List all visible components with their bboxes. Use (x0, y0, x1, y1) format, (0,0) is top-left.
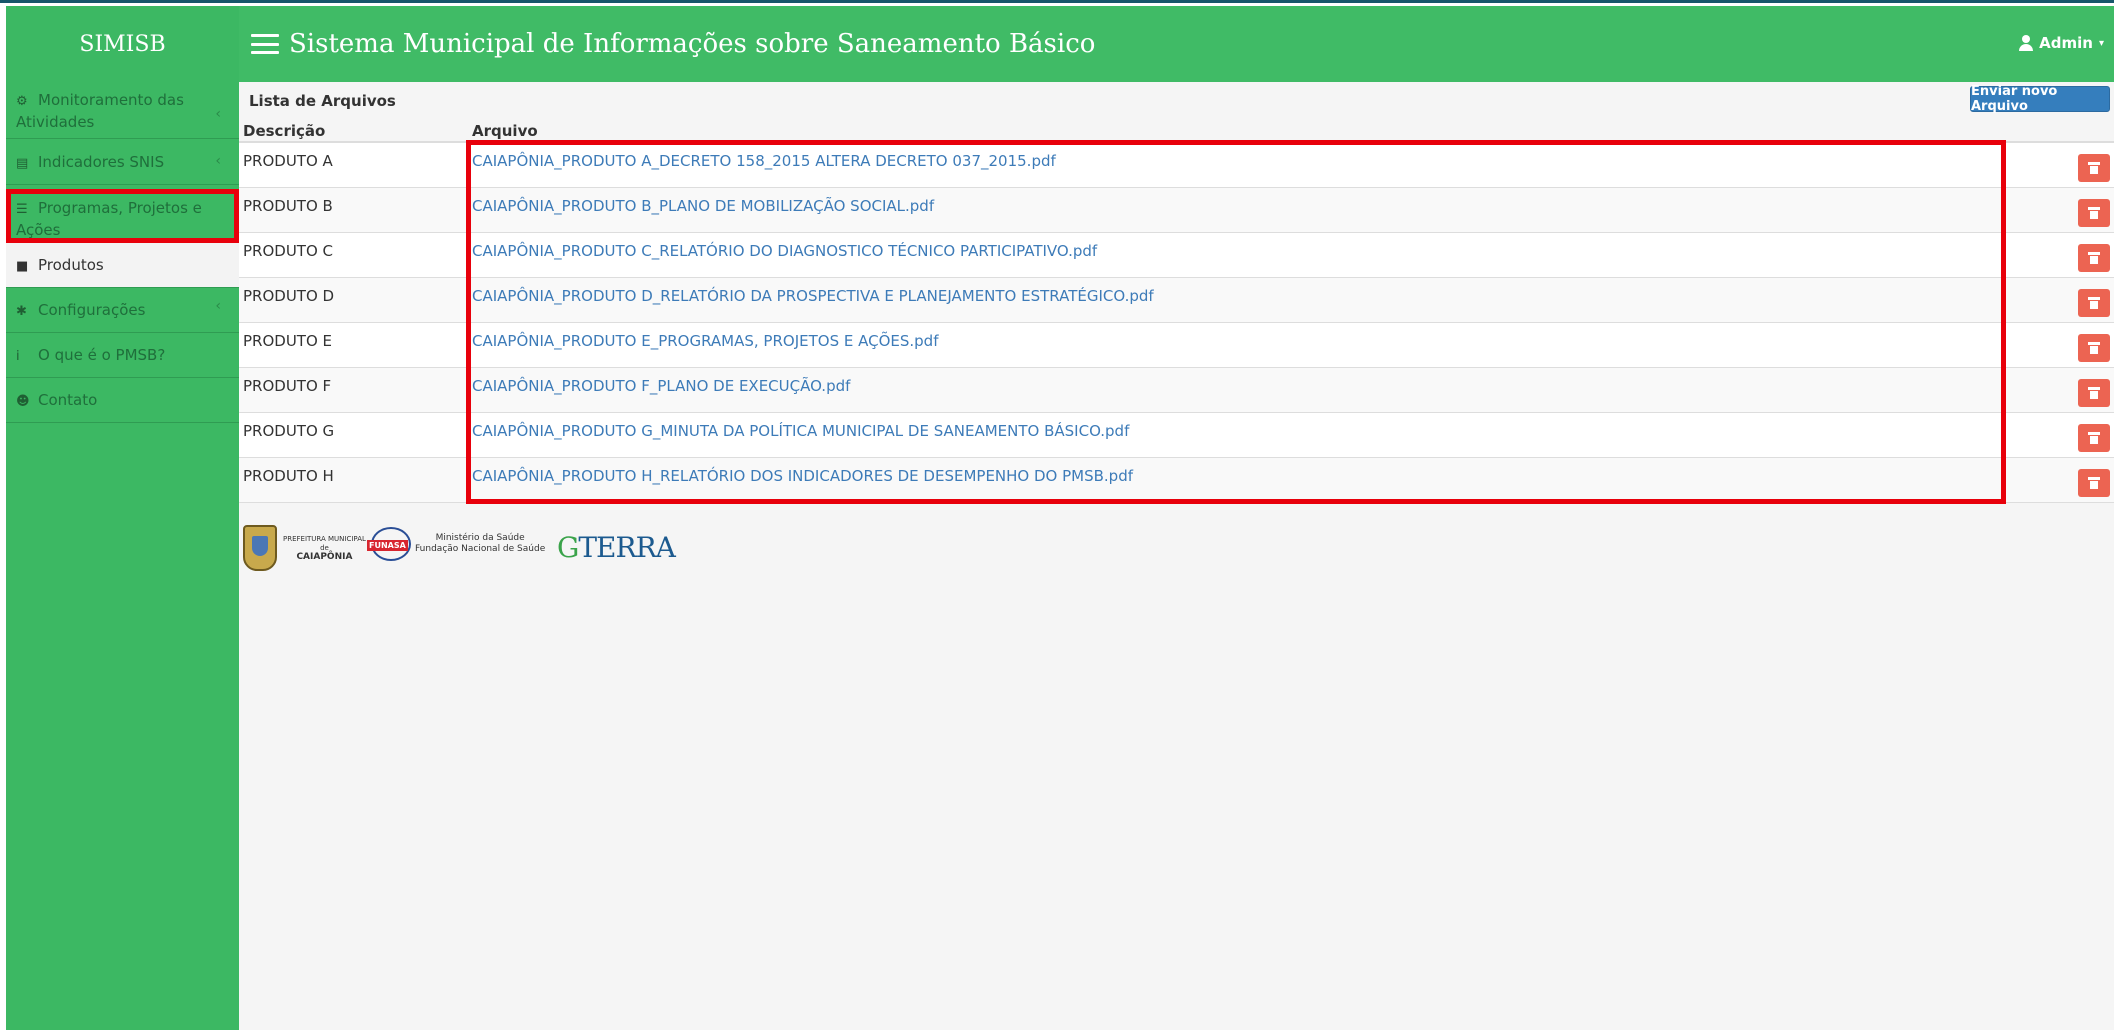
table-row: PRODUTO A CAIAPÔNIA_PRODUTO A_DECRETO 158… (239, 143, 2114, 188)
table-body: PRODUTO A CAIAPÔNIA_PRODUTO A_DECRETO 158… (239, 143, 2114, 503)
trash-icon (2088, 342, 2100, 354)
sidebar-item-label: O que é o PMSB? (38, 346, 166, 364)
cell-descricao: PRODUTO G (243, 422, 335, 440)
funasa-mark-icon: FUNASA (367, 527, 411, 561)
top-rule (0, 0, 2114, 3)
sidebar-item-contato[interactable]: ☻ Contato (6, 378, 239, 423)
sidebar-item-programas[interactable]: ☰ Programas, Projetos e Ações (6, 185, 239, 242)
chevron-left-icon: ‹ (215, 298, 221, 314)
delete-button[interactable] (2078, 424, 2110, 452)
terra-logo: GTERRA (557, 531, 676, 564)
info-icon: i (16, 349, 20, 364)
trash-icon (2088, 207, 2100, 219)
funasa-text: Ministério da Saúde Fundação Nacional de… (415, 533, 546, 554)
system-title: Sistema Municipal de Informações sobre S… (289, 29, 1096, 59)
user-label: Admin (2039, 34, 2093, 52)
group-icon: ☻ (16, 394, 30, 409)
user-icon (2019, 35, 2034, 51)
file-link[interactable]: CAIAPÔNIA_PRODUTO H_RELATÓRIO DOS INDICA… (466, 458, 1994, 485)
file-link[interactable]: CAIAPÔNIA_PRODUTO D_RELATÓRIO DA PROSPEC… (466, 278, 1994, 305)
gear-icon: ✱ (16, 304, 27, 319)
table-row: PRODUTO C CAIAPÔNIA_PRODUTO C_RELATÓRIO D… (239, 233, 2114, 278)
top-navbar: Sistema Municipal de Informações sobre S… (239, 6, 2114, 82)
sidebar-item-label: Programas, Projetos e Ações (16, 199, 202, 239)
table-row: PRODUTO G CAIAPÔNIA_PRODUTO G_MINUTA DA P… (239, 413, 2114, 458)
cell-descricao: PRODUTO F (243, 377, 332, 395)
sidebar-item-label: Monitoramento das Atividades (16, 91, 184, 131)
prefeitura-text: PREFEITURA MUNICIPAL de CAIAPÔNIA (283, 534, 366, 562)
column-header-arquivo: Arquivo (472, 122, 538, 140)
trash-icon (2088, 432, 2100, 444)
file-link[interactable]: CAIAPÔNIA_PRODUTO C_RELATÓRIO DO DIAGNOS… (466, 233, 1994, 260)
table-row: PRODUTO H CAIAPÔNIA_PRODUTO H_RELATÓRIO D… (239, 458, 2114, 503)
sidebar-item-label: Configurações (38, 301, 146, 319)
chevron-left-icon: ‹ (215, 106, 221, 122)
table-row: PRODUTO D CAIAPÔNIA_PRODUTO D_RELATÓRIO D… (239, 278, 2114, 323)
sidebar-item-monitoramento[interactable]: ⚙ Monitoramento das Atividades ‹ (6, 82, 239, 139)
list-title: Lista de Arquivos (249, 92, 396, 110)
user-menu[interactable]: Admin ▾ (2019, 34, 2104, 52)
delete-button[interactable] (2078, 469, 2110, 497)
chevron-left-icon: ‹ (215, 153, 221, 169)
table-row: PRODUTO E CAIAPÔNIA_PRODUTO E_PROGRAMAS, … (239, 323, 2114, 368)
delete-button[interactable] (2078, 289, 2110, 317)
column-header-descricao: Descrição (243, 122, 326, 140)
trash-icon (2088, 162, 2100, 174)
main-content: Lista de Arquivos Enviar novo Arquivo De… (239, 82, 2114, 1030)
delete-button[interactable] (2078, 199, 2110, 227)
file-link[interactable]: CAIAPÔNIA_PRODUTO G_MINUTA DA POLÍTICA M… (466, 413, 1994, 440)
funasa-logo: FUNASA Ministério da Saúde Fundação Naci… (367, 527, 546, 561)
sidebar-item-indicadores[interactable]: ▤ Indicadores SNIS ‹ (6, 139, 239, 185)
partner-logos: PREFEITURA MUNICIPAL de CAIAPÔNIA FUNASA… (239, 525, 839, 585)
cell-descricao: PRODUTO A (243, 152, 333, 170)
prefeitura-logo: PREFEITURA MUNICIPAL de CAIAPÔNIA (243, 525, 366, 571)
sidebar-item-produtos[interactable]: ■ Produtos (6, 242, 239, 288)
municipal-crest-icon (243, 525, 277, 571)
table-icon: ▤ (16, 156, 29, 171)
delete-button[interactable] (2078, 334, 2110, 362)
table-header: Descrição Arquivo (239, 122, 2114, 143)
list-icon: ☰ (16, 202, 28, 217)
delete-button[interactable] (2078, 154, 2110, 182)
file-link[interactable]: CAIAPÔNIA_PRODUTO A_DECRETO 158_2015 ALT… (466, 143, 1994, 170)
trash-icon (2088, 252, 2100, 264)
sidebar-item-label: Produtos (38, 256, 104, 274)
sidebar-item-pmsb[interactable]: i O que é o PMSB? (6, 333, 239, 378)
brand-logo[interactable]: SIMISB (6, 6, 239, 82)
table-row: PRODUTO B CAIAPÔNIA_PRODUTO B_PLANO DE MO… (239, 188, 2114, 233)
page: SIMISB Sistema Municipal de Informações … (6, 6, 2114, 1030)
sidebar-item-label: Contato (38, 391, 98, 409)
send-new-file-button[interactable]: Enviar novo Arquivo (1970, 84, 2110, 114)
delete-button[interactable] (2078, 379, 2110, 407)
sidebar-item-configuracoes[interactable]: ✱ Configurações ‹ (6, 288, 239, 333)
cell-descricao: PRODUTO C (243, 242, 334, 260)
cell-descricao: PRODUTO E (243, 332, 333, 350)
cell-descricao: PRODUTO B (243, 197, 333, 215)
delete-button[interactable] (2078, 244, 2110, 272)
trash-icon (2088, 387, 2100, 399)
menu-toggle-icon[interactable] (251, 34, 279, 54)
cell-descricao: PRODUTO H (243, 467, 334, 485)
trash-icon (2088, 297, 2100, 309)
cell-descricao: PRODUTO D (243, 287, 335, 305)
files-table: Descrição Arquivo PRODUTO A CAIAPÔNIA_PRO… (239, 122, 2114, 503)
file-link[interactable]: CAIAPÔNIA_PRODUTO F_PLANO DE EXECUÇÃO.pd… (466, 368, 1994, 395)
trash-icon (2088, 477, 2100, 489)
folder-icon: ■ (16, 259, 29, 274)
sidebar: ⚙ Monitoramento das Atividades ‹ ▤ Indicad… (6, 82, 239, 1030)
caret-down-icon: ▾ (2098, 37, 2104, 49)
dashboard-icon: ⚙ (16, 94, 28, 109)
file-link[interactable]: CAIAPÔNIA_PRODUTO E_PROGRAMAS, PROJETOS … (466, 323, 1994, 350)
file-link[interactable]: CAIAPÔNIA_PRODUTO B_PLANO DE MOBILIZAÇÃO… (466, 188, 1994, 215)
table-row: PRODUTO F CAIAPÔNIA_PRODUTO F_PLANO DE EX… (239, 368, 2114, 413)
sidebar-item-label: Indicadores SNIS (38, 153, 165, 171)
